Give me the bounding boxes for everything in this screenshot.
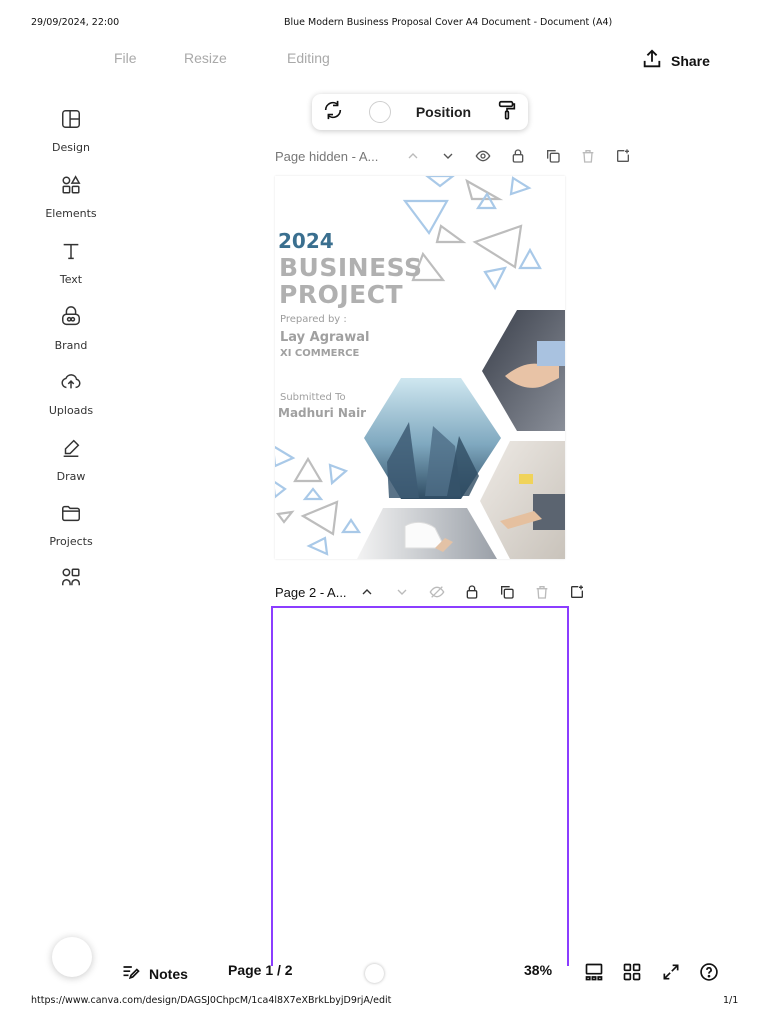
sidebar-item-projects[interactable]: Projects bbox=[36, 502, 106, 548]
cover-prepared-label[interactable]: Prepared by : bbox=[280, 314, 347, 325]
sidebar-item-uploads[interactable]: Uploads bbox=[36, 371, 106, 417]
fullscreen-icon[interactable] bbox=[661, 962, 681, 982]
grid-view-icon[interactable] bbox=[622, 962, 642, 982]
sidebar-item-text[interactable]: Text bbox=[36, 240, 106, 286]
trash-icon[interactable] bbox=[570, 148, 605, 164]
shapes-icon bbox=[60, 174, 82, 199]
cover-title-line1[interactable]: BUSINESS bbox=[279, 253, 423, 282]
zoom-slider-handle[interactable] bbox=[365, 964, 384, 983]
paint-roller-icon[interactable] bbox=[496, 99, 518, 125]
page2-toolbar: Page 2 - A... bbox=[275, 584, 594, 600]
sidebar-item-label: Text bbox=[59, 273, 83, 286]
page1-label[interactable]: Page hidden - A... bbox=[275, 149, 395, 164]
menu-resize[interactable]: Resize bbox=[184, 50, 227, 66]
page-view-icon[interactable] bbox=[584, 962, 604, 982]
zoom-level[interactable]: 38% bbox=[524, 962, 552, 978]
eye-icon[interactable] bbox=[465, 148, 500, 164]
sidebar-item-label: Uploads bbox=[48, 404, 94, 417]
layout-icon bbox=[60, 108, 82, 133]
sidebar-item-label: Design bbox=[52, 141, 90, 154]
color-swatch[interactable] bbox=[368, 101, 391, 123]
sidebar-item-label: Draw bbox=[56, 470, 86, 483]
pen-icon bbox=[60, 437, 82, 462]
add-page-icon[interactable] bbox=[605, 148, 640, 164]
page1-canvas[interactable]: 2024 BUSINESS PROJECT Prepared by : Lay … bbox=[275, 176, 565, 559]
print-url: https://www.canva.com/design/DAGSJ0ChpcM… bbox=[31, 995, 392, 1006]
trash-icon[interactable] bbox=[524, 584, 559, 600]
lock-icon[interactable] bbox=[500, 148, 535, 164]
sidebar-item-design[interactable]: Design bbox=[36, 108, 106, 154]
chevron-down-icon[interactable] bbox=[430, 148, 465, 164]
magic-button[interactable] bbox=[52, 937, 92, 977]
notes-label: Notes bbox=[149, 965, 188, 982]
cover-submitted-label[interactable]: Submitted To bbox=[280, 392, 346, 403]
share-label: Share bbox=[671, 52, 710, 69]
sidebar-item-label: Brand bbox=[54, 339, 88, 352]
chevron-up-icon[interactable] bbox=[349, 584, 384, 600]
share-icon bbox=[641, 48, 663, 73]
duplicate-icon[interactable] bbox=[535, 148, 570, 164]
cover-title-line2[interactable]: PROJECT bbox=[279, 280, 403, 309]
page-indicator[interactable]: Page 1 / 2 bbox=[228, 962, 293, 978]
sidebar-item-label: Projects bbox=[49, 535, 93, 548]
notes-button[interactable]: Notes bbox=[121, 962, 188, 985]
share-button[interactable]: Share bbox=[641, 48, 710, 73]
print-datetime: 29/09/2024, 22:00 bbox=[31, 17, 120, 28]
position-button[interactable]: Position bbox=[416, 104, 471, 120]
page1-toolbar: Page hidden - A... bbox=[275, 148, 640, 164]
text-icon bbox=[60, 240, 82, 265]
sidebar-item-label: Elements bbox=[45, 207, 97, 220]
chevron-down-icon[interactable] bbox=[384, 584, 419, 600]
sidebar-item-elements[interactable]: Elements bbox=[36, 174, 106, 220]
sidebar-item-apps[interactable] bbox=[36, 566, 106, 591]
menu-file[interactable]: File bbox=[114, 50, 137, 66]
cloud-upload-icon bbox=[60, 371, 82, 396]
sidebar-item-brand[interactable]: Brand bbox=[36, 306, 106, 352]
cover-author[interactable]: Lay Agrawal bbox=[280, 330, 369, 345]
lock-icon[interactable] bbox=[454, 584, 489, 600]
folder-icon bbox=[60, 502, 82, 527]
help-icon[interactable] bbox=[699, 962, 719, 982]
cover-submitted-name[interactable]: Madhuri Nair bbox=[278, 406, 366, 420]
print-doc-title: Blue Modern Business Proposal Cover A4 D… bbox=[284, 17, 613, 28]
notes-icon bbox=[121, 962, 141, 985]
menu-editing[interactable]: Editing bbox=[287, 50, 330, 66]
cover-author-class[interactable]: XI COMMERCE bbox=[280, 348, 359, 359]
eye-hidden-icon[interactable] bbox=[419, 584, 454, 600]
context-toolbar: Position bbox=[312, 94, 528, 130]
sidebar-item-draw[interactable]: Draw bbox=[36, 437, 106, 483]
add-page-icon[interactable] bbox=[559, 584, 594, 600]
apps-icon bbox=[60, 566, 82, 591]
brand-icon bbox=[60, 306, 82, 331]
print-page-number: 1/1 bbox=[723, 995, 739, 1006]
page2-label[interactable]: Page 2 - A... bbox=[275, 585, 349, 600]
cover-year[interactable]: 2024 bbox=[278, 229, 334, 253]
page2-canvas[interactable] bbox=[271, 606, 569, 966]
replace-icon[interactable] bbox=[322, 99, 344, 125]
duplicate-icon[interactable] bbox=[489, 584, 524, 600]
chevron-up-icon[interactable] bbox=[395, 148, 430, 164]
